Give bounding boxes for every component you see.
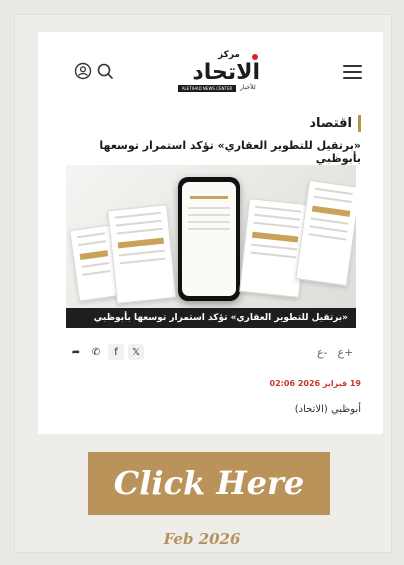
phone-graphic	[178, 177, 240, 301]
font-decrease-button[interactable]: -ع	[317, 346, 328, 359]
share-bar: ➦ ✆ f 𝕏	[68, 344, 144, 360]
document-graphic	[295, 179, 356, 287]
user-account-icon[interactable]	[74, 62, 92, 80]
hamburger-menu-icon[interactable]	[343, 65, 362, 79]
article-date: 19 فبراير 2026 02:06	[269, 379, 361, 388]
article-headline[interactable]: «برتقيل للتطوير العقاري» تؤكد استمرار تو…	[61, 139, 361, 165]
x-twitter-icon[interactable]: 𝕏	[128, 344, 144, 360]
font-increase-button[interactable]: +ع	[338, 346, 354, 359]
article-card: مركز الاتحاد ALETIHAD NEWS CENTER للأخبا…	[38, 32, 383, 434]
click-here-button[interactable]: Click Here	[88, 452, 330, 515]
logo-sub-text: للأخبار	[240, 84, 256, 91]
document-graphic	[239, 198, 309, 298]
image-caption: «برتقيل للتطوير العقاري» تؤكد استمرار تو…	[66, 308, 356, 328]
search-icon[interactable]	[96, 62, 114, 80]
logo-main-text: الاتحاد	[192, 60, 261, 85]
cta-date: Feb 2026	[163, 530, 241, 548]
site-header: مركز الاتحاد ALETIHAD NEWS CENTER للأخبا…	[38, 32, 383, 104]
font-size-controls: +ع -ع	[317, 346, 353, 359]
section-accent-bar	[358, 114, 361, 132]
logo-small-text: مركز	[217, 50, 240, 60]
section-label: اقتصاد	[309, 115, 352, 131]
facebook-icon[interactable]: f	[108, 344, 124, 360]
article-hero-image[interactable]: «برتقيل للتطوير العقاري» تؤكد استمرار تو…	[66, 165, 356, 328]
site-logo[interactable]: مركز الاتحاد ALETIHAD NEWS CENTER للأخبا…	[176, 50, 266, 96]
logo-bar-text: ALETIHAD NEWS CENTER	[178, 85, 236, 92]
article-author: أبوظبي (الاتحاد)	[294, 404, 361, 415]
whatsapp-icon[interactable]: ✆	[88, 344, 104, 360]
section-tag[interactable]: اقتصاد	[309, 114, 361, 132]
forward-share-icon[interactable]: ➦	[68, 344, 84, 360]
document-graphic	[107, 204, 177, 304]
